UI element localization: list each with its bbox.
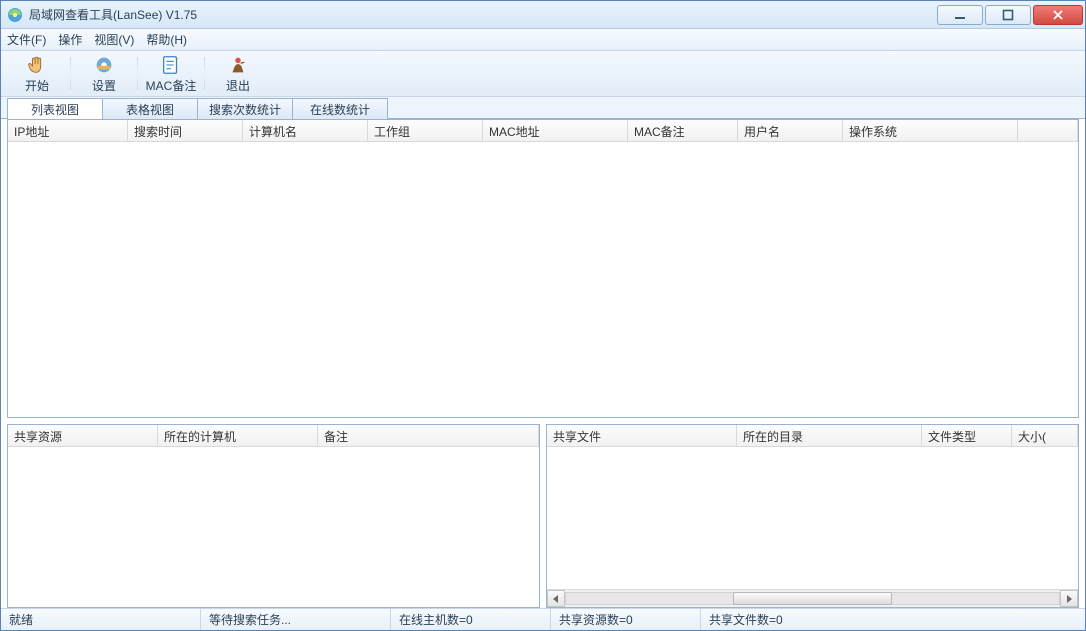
main-table-body[interactable] [8, 142, 1078, 417]
tab-bar: 列表视图 表格视图 搜索次数统计 在线数统计 [1, 97, 1085, 119]
settings-label: 设置 [92, 77, 116, 94]
file-header: 共享文件 所在的目录 文件类型 大小( [547, 425, 1078, 447]
share-file-panel: 共享文件 所在的目录 文件类型 大小( [546, 424, 1079, 608]
col-workgroup[interactable]: 工作组 [368, 120, 483, 141]
toolbar-separator [204, 57, 205, 90]
col-spare [1018, 120, 1078, 141]
main-table-header: IP地址 搜索时间 计算机名 工作组 MAC地址 MAC备注 用户名 操作系统 [8, 120, 1078, 142]
share-resource-panel: 共享资源 所在的计算机 备注 [7, 424, 540, 608]
col-dir[interactable]: 所在的目录 [737, 425, 922, 446]
menu-view[interactable]: 视图(V) [94, 31, 134, 48]
menu-bar: 文件(F) 操作 视图(V) 帮助(H) [1, 29, 1085, 51]
col-hostname[interactable]: 计算机名 [243, 120, 368, 141]
tab-label: 在线数统计 [310, 101, 370, 118]
col-searchtime[interactable]: 搜索时间 [128, 120, 243, 141]
tab-online-stat[interactable]: 在线数统计 [292, 98, 388, 119]
menu-operate[interactable]: 操作 [58, 31, 82, 48]
col-ip[interactable]: IP地址 [8, 120, 128, 141]
toolbar-separator [137, 57, 138, 90]
hand-icon [26, 54, 48, 76]
col-file[interactable]: 共享文件 [547, 425, 737, 446]
main-table-panel: IP地址 搜索时间 计算机名 工作组 MAC地址 MAC备注 用户名 操作系统 [7, 119, 1079, 418]
close-button[interactable] [1033, 5, 1083, 25]
settings-button[interactable]: 设置 [74, 53, 134, 94]
window-controls [937, 5, 1083, 25]
col-share[interactable]: 共享资源 [8, 425, 158, 446]
maximize-button[interactable] [985, 5, 1031, 25]
col-size[interactable]: 大小( [1012, 425, 1078, 446]
start-button[interactable]: 开始 [7, 53, 67, 94]
col-note[interactable]: 备注 [318, 425, 539, 446]
col-mac[interactable]: MAC地址 [483, 120, 628, 141]
note-icon [160, 54, 182, 76]
status-share-files: 共享文件数=0 [701, 609, 1085, 630]
tab-label: 列表视图 [31, 101, 79, 118]
tab-list-view[interactable]: 列表视图 [7, 98, 103, 119]
exit-button[interactable]: 退出 [208, 53, 268, 94]
menu-file[interactable]: 文件(F) [7, 31, 46, 48]
tab-search-stat[interactable]: 搜索次数统计 [197, 98, 293, 119]
horizontal-scrollbar[interactable] [547, 589, 1078, 607]
share-header: 共享资源 所在的计算机 备注 [8, 425, 539, 447]
status-bar: 就绪 等待搜索任务... 在线主机数=0 共享资源数=0 共享文件数=0 [1, 608, 1085, 630]
status-online-hosts: 在线主机数=0 [391, 609, 551, 630]
bottom-panels: 共享资源 所在的计算机 备注 共享文件 所在的目录 文件类型 大小( [1, 418, 1085, 608]
share-body[interactable] [8, 447, 539, 607]
toolbar-separator [70, 57, 71, 90]
exit-label: 退出 [226, 77, 250, 94]
tab-label: 表格视图 [126, 101, 174, 118]
app-icon [7, 7, 23, 23]
col-type[interactable]: 文件类型 [922, 425, 1012, 446]
tab-grid-view[interactable]: 表格视图 [102, 98, 198, 119]
scroll-left-arrow[interactable] [547, 590, 565, 607]
scroll-thumb[interactable] [733, 592, 892, 605]
col-host[interactable]: 所在的计算机 [158, 425, 318, 446]
file-body[interactable] [547, 447, 1078, 589]
col-os[interactable]: 操作系统 [843, 120, 1018, 141]
tab-label: 搜索次数统计 [209, 101, 281, 118]
status-waiting: 等待搜索任务... [201, 609, 391, 630]
status-share-res: 共享资源数=0 [551, 609, 701, 630]
minimize-button[interactable] [937, 5, 983, 25]
start-label: 开始 [25, 77, 49, 94]
macnote-button[interactable]: MAC备注 [141, 53, 201, 94]
menu-help[interactable]: 帮助(H) [146, 31, 187, 48]
status-ready: 就绪 [1, 609, 201, 630]
titlebar: 局域网查看工具(LanSee) V1.75 [1, 1, 1085, 29]
exit-icon [227, 54, 249, 76]
toolbar: 开始 设置 MAC备注 退出 [1, 51, 1085, 97]
macnote-label: MAC备注 [146, 77, 197, 94]
app-window: 局域网查看工具(LanSee) V1.75 文件(F) 操作 视图(V) 帮助(… [0, 0, 1086, 631]
gear-icon [93, 54, 115, 76]
col-username[interactable]: 用户名 [738, 120, 843, 141]
col-macnote[interactable]: MAC备注 [628, 120, 738, 141]
scroll-right-arrow[interactable] [1060, 590, 1078, 607]
window-title: 局域网查看工具(LanSee) V1.75 [29, 6, 937, 23]
